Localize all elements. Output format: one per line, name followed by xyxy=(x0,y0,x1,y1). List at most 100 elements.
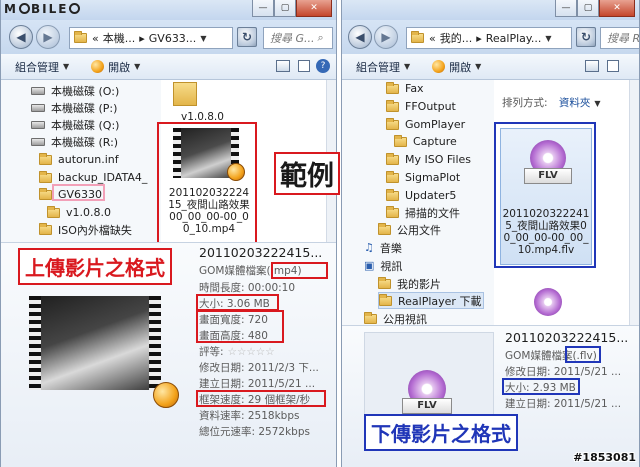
right-address-bar[interactable]: « 我的... ▸ RealPlay... ▼ xyxy=(406,27,572,49)
framerate-highlight xyxy=(196,390,326,407)
chevron-down-icon: ▼ xyxy=(594,99,601,108)
left-back-icon[interactable]: ◀ xyxy=(9,25,33,49)
rating-stars[interactable]: ☆☆☆☆☆ xyxy=(228,346,275,358)
filmstrip-edge xyxy=(149,296,161,390)
type-highlight xyxy=(565,346,601,363)
type-highlight xyxy=(271,262,328,279)
tree-item[interactable]: SigmaPlot xyxy=(386,169,460,186)
chevron-down-icon[interactable]: ▼ xyxy=(200,34,206,43)
dimensions-highlight xyxy=(196,310,284,343)
open-button[interactable]: 開啟 ▼ xyxy=(432,59,481,75)
help-icon[interactable]: ? xyxy=(316,59,330,73)
tree-item[interactable]: Capture xyxy=(394,133,457,150)
details-file-name: 20110203222415... xyxy=(199,245,323,260)
tree-item[interactable]: GomPlayer xyxy=(386,116,465,133)
details-datarate: 資料速率: 2518kbps xyxy=(199,410,300,422)
organize-menu[interactable]: 組合管理 ▼ xyxy=(15,59,69,75)
chevron-down-icon: ▼ xyxy=(475,62,482,71)
details-created: 建立日期: 2011/5/21 ... xyxy=(505,398,622,410)
logo-o xyxy=(18,3,30,14)
folder-icon xyxy=(379,293,392,306)
media-player-icon xyxy=(432,60,446,73)
flv-icon-disc xyxy=(534,288,562,316)
music-icon: ♫ xyxy=(364,241,374,254)
chevron-down-icon: ▼ xyxy=(404,62,411,71)
view-options-icon[interactable] xyxy=(585,60,599,72)
tree-item[interactable]: My ISO Files xyxy=(386,151,471,168)
tree-item[interactable]: 掃描的文件 xyxy=(386,204,460,221)
right-forward-icon[interactable]: ▶ xyxy=(374,25,398,49)
folder-icon xyxy=(74,31,87,43)
flv-file-icon xyxy=(530,288,566,328)
size-highlight xyxy=(502,378,580,395)
folder-icon xyxy=(364,311,377,324)
tree-item[interactable]: Fax xyxy=(386,80,424,97)
left-close-button[interactable]: ✕ xyxy=(296,0,332,17)
view-options-icon[interactable] xyxy=(276,60,290,72)
left-refresh-icon[interactable]: ↻ xyxy=(237,27,257,47)
drive-icon xyxy=(31,103,45,112)
folder-large-icon[interactable] xyxy=(173,82,197,106)
left-minimize-button[interactable]: — xyxy=(252,0,274,17)
tree-item[interactable]: ISO內外檔缺失 xyxy=(39,221,132,238)
folder-icon xyxy=(386,205,399,218)
preview-pane-icon[interactable] xyxy=(298,60,310,72)
right-search-input[interactable]: 搜尋 R... xyxy=(600,27,639,49)
sort-dropdown[interactable]: 資料夾 ▼ xyxy=(559,97,601,109)
folder-icon xyxy=(39,152,52,165)
right-close-button[interactable]: ✕ xyxy=(599,0,635,17)
tree-item-selected[interactable]: RealPlayer 下載 xyxy=(378,292,485,309)
right-minimize-button[interactable]: — xyxy=(555,0,577,17)
address-segment[interactable]: RealPlay... xyxy=(486,32,542,45)
tree-item[interactable]: ♫ 音樂 xyxy=(364,239,402,256)
tree-item[interactable]: FFOutput xyxy=(386,98,456,115)
address-segment[interactable]: 我的... xyxy=(440,30,473,46)
folder-icon xyxy=(378,222,391,235)
folder-icon xyxy=(378,276,391,289)
open-button[interactable]: 開啟 ▼ xyxy=(91,59,140,75)
preview-thumbnail xyxy=(29,296,161,390)
details-modified: 修改日期: 2011/5/21 ... xyxy=(505,366,622,378)
tree-item[interactable]: 本機磁碟 (R:) xyxy=(31,133,118,150)
filmstrip-edge xyxy=(29,296,41,390)
selected-file-highlight xyxy=(494,122,596,268)
left-search-input[interactable]: 搜尋 G... ⌕ xyxy=(263,27,333,49)
right-refresh-icon[interactable]: ↻ xyxy=(576,27,596,47)
tree-item[interactable]: autorun.inf xyxy=(39,151,119,168)
tree-item[interactable]: Updater5 xyxy=(386,187,456,204)
left-maximize-button[interactable]: ▢ xyxy=(274,0,296,17)
organize-menu[interactable]: 組合管理 ▼ xyxy=(356,59,410,75)
address-segment[interactable]: GV633... xyxy=(149,32,197,45)
folder-icon xyxy=(39,170,52,183)
download-format-callout: 下傳影片之格式 xyxy=(364,414,518,451)
chevron-down-icon[interactable]: ▼ xyxy=(545,34,551,43)
upload-format-callout: 上傳影片之格式 xyxy=(18,248,172,285)
right-back-icon[interactable]: ◀ xyxy=(348,25,372,49)
tree-item[interactable]: 公用文件 xyxy=(378,221,441,238)
left-forward-icon[interactable]: ▶ xyxy=(36,25,60,49)
folder-icon xyxy=(386,188,399,201)
tree-item[interactable]: 本機磁碟 (O:) xyxy=(31,82,119,99)
tree-item[interactable]: v1.0.8.0 xyxy=(47,204,111,221)
right-scrollbar[interactable] xyxy=(629,80,639,325)
left-address-bar[interactable]: « 本機... ▸ GV633... ▼ xyxy=(69,27,233,49)
tree-item[interactable]: ▣ 視訊 xyxy=(364,257,402,274)
left-address-row: ◀ ▶ « 本機... ▸ GV633... ▼ ↻ 搜尋 G... ⌕ xyxy=(1,20,336,54)
address-segment[interactable]: 本機... xyxy=(103,30,136,46)
logo-o xyxy=(69,3,81,14)
right-explorer-window: — ▢ ✕ ◀ ▶ « 我的... ▸ RealPlay... ▼ ↻ 搜尋 R… xyxy=(341,0,640,467)
tree-item[interactable]: 本機磁碟 (Q:) xyxy=(31,116,119,133)
chevron-down-icon: ▼ xyxy=(63,62,70,71)
tree-item[interactable]: 我的影片 xyxy=(378,275,441,292)
drive-icon xyxy=(31,86,45,95)
right-titlebar: — ▢ ✕ xyxy=(342,0,639,20)
media-player-icon xyxy=(91,60,105,73)
folder-icon xyxy=(39,222,52,235)
watermark-code: #1853081 xyxy=(573,451,636,464)
preview-pane-icon[interactable] xyxy=(607,60,619,72)
gv6330-highlight xyxy=(52,184,105,201)
search-icon: ⌕ xyxy=(317,31,324,44)
tree-item[interactable]: 本機磁碟 (P:) xyxy=(31,99,117,116)
right-address-row: ◀ ▶ « 我的... ▸ RealPlay... ▼ ↻ 搜尋 R... xyxy=(342,20,639,54)
right-maximize-button[interactable]: ▢ xyxy=(577,0,599,17)
